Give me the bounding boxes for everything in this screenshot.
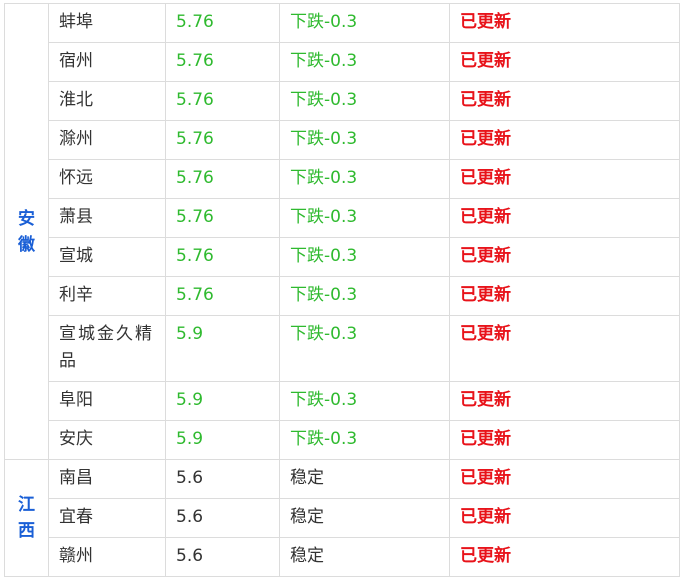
- table-row: 宜春 5.6 稳定 已更新: [5, 498, 680, 538]
- change-cell: 下跌-0.3: [279, 237, 450, 277]
- status-cell: 已更新: [449, 3, 680, 43]
- price-cell: 5.76: [165, 159, 280, 199]
- change-cell: 下跌-0.3: [279, 81, 450, 121]
- price-cell: 5.76: [165, 3, 280, 43]
- price-cell: 5.9: [165, 381, 280, 421]
- table-row: 江西 南昌 5.6 稳定 已更新: [4, 459, 680, 577]
- change-cell: 下跌-0.3: [279, 120, 450, 160]
- table-row: 宣城 5.76 下跌-0.3 已更新: [5, 237, 680, 277]
- change-cell: 下跌-0.3: [279, 381, 450, 421]
- change-cell: 下跌-0.3: [279, 276, 450, 316]
- status-cell: 已更新: [449, 381, 680, 421]
- city-cell: 赣州: [48, 537, 166, 577]
- city-cell: 南昌: [48, 459, 166, 499]
- change-cell: 下跌-0.3: [279, 42, 450, 82]
- status-cell: 已更新: [449, 315, 680, 382]
- table-row: 淮北 5.76 下跌-0.3 已更新: [5, 81, 680, 121]
- price-cell: 5.76: [165, 81, 280, 121]
- city-cell: 安庆: [48, 420, 166, 460]
- status-cell: 已更新: [449, 198, 680, 238]
- status-cell: 已更新: [449, 42, 680, 82]
- table-row: 安庆 5.9 下跌-0.3 已更新: [5, 420, 680, 460]
- price-cell: 5.76: [165, 120, 280, 160]
- table-row: 利辛 5.76 下跌-0.3 已更新: [5, 276, 680, 316]
- status-cell: 已更新: [449, 159, 680, 199]
- table-row: 阜阳 5.9 下跌-0.3 已更新: [5, 381, 680, 421]
- status-cell: 已更新: [449, 276, 680, 316]
- city-cell: 宿州: [48, 42, 166, 82]
- change-cell: 下跌-0.3: [279, 3, 450, 43]
- city-cell: 萧县: [48, 198, 166, 238]
- change-cell: 下跌-0.3: [279, 315, 450, 382]
- table-row: 安徽 蚌埠 5.76 下跌-0.3 已更新: [4, 3, 680, 460]
- status-cell: 已更新: [449, 81, 680, 121]
- city-cell: 宜春: [48, 498, 166, 538]
- price-cell: 5.76: [165, 198, 280, 238]
- region-cell-jiangxi: 江西: [4, 459, 49, 577]
- status-cell: 已更新: [449, 420, 680, 460]
- city-cell: 阜阳: [48, 381, 166, 421]
- status-cell: 已更新: [449, 537, 680, 577]
- status-cell: 已更新: [449, 120, 680, 160]
- city-cell: 利辛: [48, 276, 166, 316]
- table-row: 赣州 5.6 稳定 已更新: [5, 537, 680, 577]
- city-cell: 宣城: [48, 237, 166, 277]
- change-cell: 下跌-0.3: [279, 198, 450, 238]
- region-cell-anhui: 安徽: [4, 3, 49, 460]
- table-row: 萧县 5.76 下跌-0.3 已更新: [5, 198, 680, 238]
- status-cell: 已更新: [449, 498, 680, 538]
- price-cell: 5.6: [165, 459, 280, 499]
- city-label-wrapped: 宣城金久精品: [59, 324, 154, 371]
- price-cell: 5.76: [165, 276, 280, 316]
- table-row: 宿州 5.76 下跌-0.3 已更新: [5, 42, 680, 82]
- city-cell: 宣城金久精品: [48, 315, 166, 382]
- price-cell: 5.76: [165, 237, 280, 277]
- price-cell: 5.9: [165, 315, 280, 382]
- change-cell: 稳定: [279, 537, 450, 577]
- status-cell: 已更新: [449, 237, 680, 277]
- price-cell: 5.9: [165, 420, 280, 460]
- table-row: 滁州 5.76 下跌-0.3 已更新: [5, 120, 680, 160]
- price-table-body: 安徽 蚌埠 5.76 下跌-0.3 已更新 宿州 5.76 下跌-0.3 已更新…: [4, 3, 680, 577]
- status-cell: 已更新: [449, 459, 680, 499]
- change-cell: 下跌-0.3: [279, 159, 450, 199]
- change-cell: 稳定: [279, 498, 450, 538]
- city-cell: 淮北: [48, 81, 166, 121]
- change-cell: 下跌-0.3: [279, 420, 450, 460]
- price-cell: 5.6: [165, 498, 280, 538]
- table-row: 怀远 5.76 下跌-0.3 已更新: [5, 159, 680, 199]
- price-cell: 5.6: [165, 537, 280, 577]
- price-cell: 5.76: [165, 42, 280, 82]
- table-row: 宣城金久精品 5.9 下跌-0.3 已更新: [5, 315, 680, 382]
- city-cell: 怀远: [48, 159, 166, 199]
- change-cell: 稳定: [279, 459, 450, 499]
- city-cell: 蚌埠: [48, 3, 166, 43]
- price-table: 安徽 蚌埠 5.76 下跌-0.3 已更新 宿州 5.76 下跌-0.3 已更新…: [4, 3, 680, 577]
- city-cell: 滁州: [48, 120, 166, 160]
